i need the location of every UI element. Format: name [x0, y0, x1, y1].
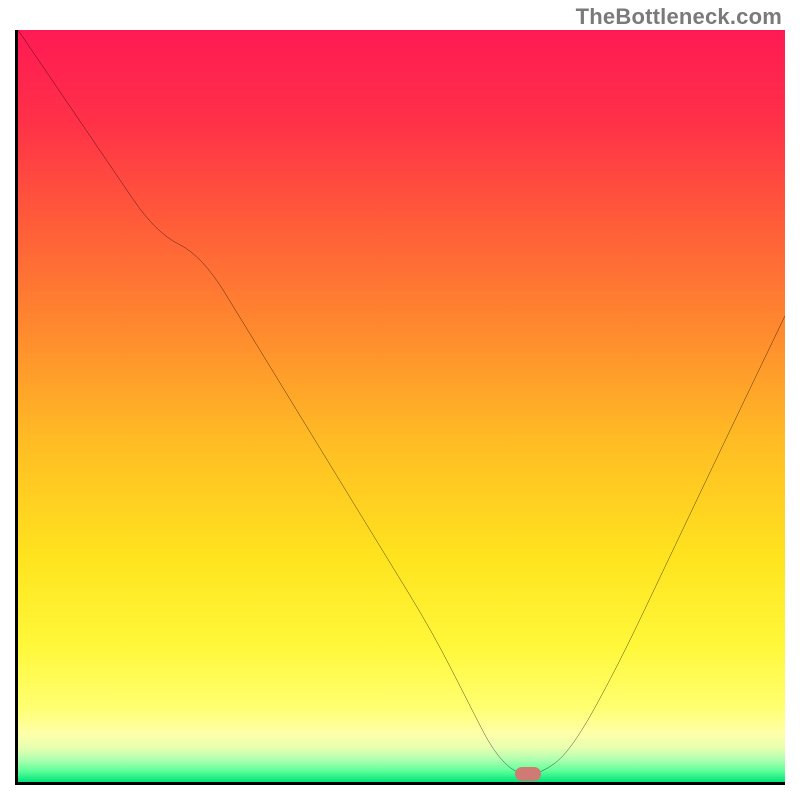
curve-layer [18, 30, 785, 782]
optimal-point-marker [515, 767, 541, 781]
watermark-text: TheBottleneck.com [576, 4, 782, 30]
plot-area [15, 30, 785, 785]
bottleneck-curve-path [18, 30, 785, 774]
bottleneck-chart: TheBottleneck.com [0, 0, 800, 800]
